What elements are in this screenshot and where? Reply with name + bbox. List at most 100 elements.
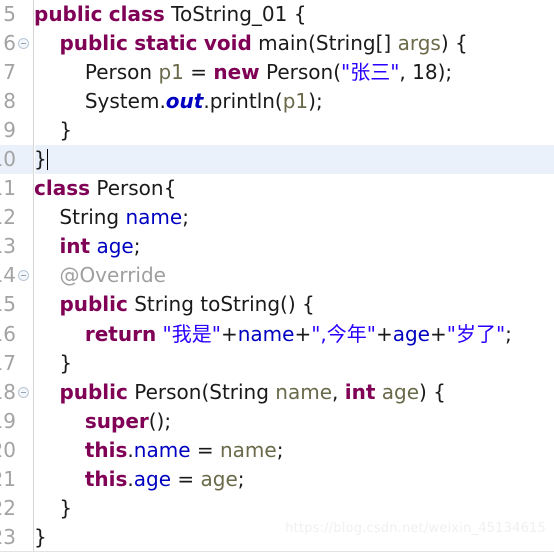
line-number: 5 xyxy=(3,2,16,26)
code-token-pln: = xyxy=(171,466,201,491)
code-token-fld: name xyxy=(133,437,191,462)
code-token-pln: = xyxy=(190,437,220,462)
code-token-kw: this xyxy=(84,437,128,462)
code-token-pln: + xyxy=(294,321,312,346)
code-line-text: this.age = age; xyxy=(34,465,245,494)
code-token-kw: class xyxy=(34,176,91,201)
fold-collapse-icon[interactable] xyxy=(18,386,29,398)
code-line-text: System.out.println(p1); xyxy=(34,87,323,116)
code-token-pln: ; xyxy=(133,234,141,259)
code-token-str: "岁了" xyxy=(446,321,506,346)
code-line-text: } xyxy=(34,145,48,174)
code-line[interactable]: 9 } xyxy=(0,116,554,145)
code-token-pln: = xyxy=(183,60,214,85)
code-line[interactable]: 10} xyxy=(0,145,554,175)
code-token-kw: this xyxy=(84,466,128,491)
code-line[interactable]: 5 public class ToString_01 { xyxy=(0,0,554,29)
code-line[interactable]: 14 @Override xyxy=(0,261,554,290)
code-line[interactable]: 6 public static void main(String[] args)… xyxy=(0,29,554,58)
code-token-kw: public xyxy=(59,292,128,317)
code-token-pln: System. xyxy=(34,89,166,114)
line-number: 17 xyxy=(0,350,16,375)
code-token-fld: name xyxy=(237,321,295,346)
code-token-kw: public xyxy=(59,31,128,56)
code-token-kw: public xyxy=(59,379,128,404)
line-number: 10 xyxy=(0,147,16,172)
code-token-pln: ; xyxy=(237,466,245,491)
gutter-separator-highlight xyxy=(33,0,35,552)
code-token-pln: } xyxy=(34,350,73,375)
code-token-pln: } xyxy=(34,118,73,143)
text-caret xyxy=(46,149,48,171)
code-token-pln: String xyxy=(34,205,126,230)
code-token-pln: ); xyxy=(308,89,323,114)
line-number: 12 xyxy=(0,205,16,230)
code-token-pln: Person(String xyxy=(127,379,276,404)
code-line-text: public Person(String name, int age) { xyxy=(34,378,445,407)
code-line-text: class Person{ xyxy=(34,174,176,203)
fold-collapse-icon[interactable] xyxy=(18,270,29,282)
code-line[interactable]: 16 return "我是"+name+",今年"+age+"岁了"; xyxy=(0,320,554,349)
line-number: 11 xyxy=(0,176,16,201)
code-token-pln xyxy=(34,263,59,287)
code-token-str: "我是" xyxy=(162,321,221,346)
code-line[interactable]: 7 Person p1 = new Person("张三", 18); xyxy=(0,58,554,87)
line-number: 21 xyxy=(0,466,16,491)
code-token-fld: age xyxy=(96,234,134,259)
code-token-par: p1 xyxy=(158,60,184,85)
line-number: 23 xyxy=(0,524,16,549)
code-line[interactable]: 12 String name; xyxy=(0,203,554,232)
code-token-pln: + xyxy=(430,321,447,346)
code-token-pln: Person xyxy=(34,60,159,85)
code-line-text: this.name = name; xyxy=(34,436,284,465)
code-token-pln: String toString() { xyxy=(127,292,315,317)
code-line[interactable]: 20 this.name = name; xyxy=(0,436,554,465)
code-line[interactable]: 18 public Person(String name, int age) { xyxy=(0,378,554,407)
line-number: 14 xyxy=(0,263,16,288)
code-token-pln: } xyxy=(34,147,47,172)
code-token-pln: , 18); xyxy=(399,60,453,85)
code-token-par: args xyxy=(397,31,441,56)
code-token-pln xyxy=(34,409,85,433)
code-line-text: } xyxy=(34,494,72,523)
code-token-pln: ToString_01 { xyxy=(164,2,307,26)
code-token-pln: ; xyxy=(505,321,512,346)
code-line-text: Person p1 = new Person("张三", 18); xyxy=(34,58,452,87)
code-token-pln xyxy=(34,234,59,258)
code-token-kw: int xyxy=(344,379,376,404)
line-number: 9 xyxy=(3,118,16,143)
fold-collapse-icon[interactable] xyxy=(18,38,29,50)
code-line[interactable]: 15 public String toString() { xyxy=(0,290,554,319)
code-line[interactable]: 11 class Person{ xyxy=(0,174,554,203)
watermark-text: https://blog.csdn.net/weixin_45134615 xyxy=(285,521,546,536)
code-token-pln xyxy=(34,380,59,404)
code-line-text: } xyxy=(34,523,47,552)
code-line-text: } xyxy=(34,349,72,378)
code-line[interactable]: 13 int age; xyxy=(0,232,554,261)
code-token-par: age xyxy=(381,379,420,404)
code-token-kw: return xyxy=(84,321,157,346)
line-number: 13 xyxy=(0,234,16,259)
code-line[interactable]: 22 } xyxy=(0,494,554,523)
code-token-pln: (); xyxy=(148,408,172,433)
code-token-kw: class xyxy=(108,2,165,26)
code-line[interactable]: 17 } xyxy=(0,349,554,378)
line-number: 20 xyxy=(0,437,16,462)
code-token-pln: + xyxy=(375,321,393,346)
code-token-fld: age xyxy=(392,321,430,346)
code-token-pln xyxy=(34,467,85,491)
code-line[interactable]: 21 this.age = age; xyxy=(0,465,554,494)
code-line[interactable]: 19 super(); xyxy=(0,407,554,436)
code-lines-container[interactable]: 5 public class ToString_01 {6 public stat… xyxy=(0,0,554,552)
code-line-text: public static void main(String[] args) { xyxy=(34,29,467,58)
code-token-pln: Person{ xyxy=(90,176,177,201)
code-editor[interactable]: 5 public class ToString_01 {6 public stat… xyxy=(0,0,554,552)
code-line[interactable]: 8 System.out.println(p1); xyxy=(0,87,554,116)
code-line-text: public String toString() { xyxy=(34,290,315,319)
code-token-pln: ; xyxy=(182,205,189,230)
code-token-pln xyxy=(34,292,59,316)
code-token-pln: } xyxy=(34,524,47,549)
code-token-fld: age xyxy=(133,466,172,491)
code-token-str: ",今年" xyxy=(311,321,376,346)
code-token-pln: + xyxy=(220,321,238,346)
